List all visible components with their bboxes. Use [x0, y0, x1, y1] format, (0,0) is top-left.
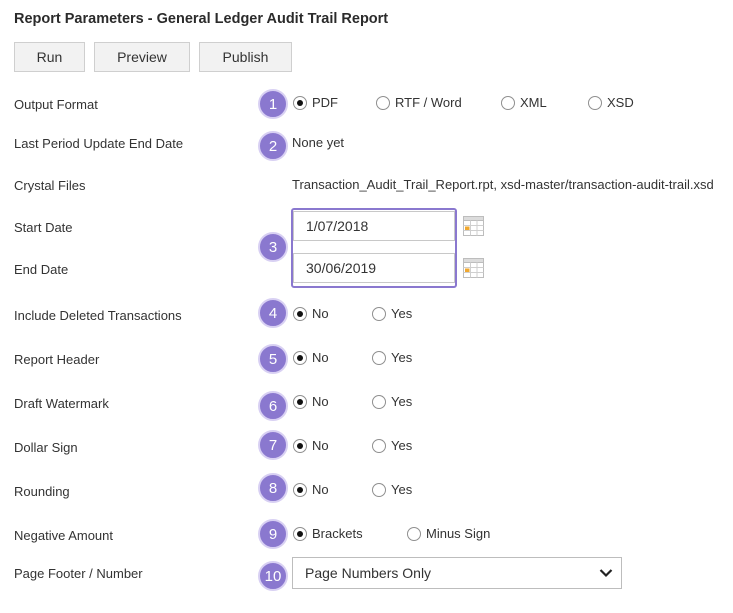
radio-label: RTF / Word [395, 95, 462, 110]
radio-unselected-icon [372, 306, 386, 321]
start-date-label: Start Date [14, 220, 73, 235]
radio-selected-icon [293, 394, 307, 409]
chevron-down-icon [599, 565, 613, 581]
radio-label: PDF [312, 95, 338, 110]
step-badge-6: 6 [258, 391, 288, 421]
calendar-icon[interactable] [463, 216, 484, 239]
radio-label: Brackets [312, 526, 363, 541]
end-date-label: End Date [14, 262, 69, 277]
step-badge-3: 3 [258, 232, 288, 262]
crystal-files-value: Transaction_Audit_Trail_Report.rpt, xsd-… [292, 177, 714, 192]
radio-unselected-icon [376, 95, 390, 110]
radio-label: Yes [391, 482, 413, 497]
radio-label: Yes [391, 394, 413, 409]
step-badge-7: 7 [258, 430, 288, 460]
radio-unselected-icon [588, 95, 602, 110]
negative-amount-brackets-radio[interactable]: Brackets [293, 526, 363, 541]
radio-label: Yes [391, 438, 413, 453]
last-period-label: Last Period Update End Date [14, 136, 184, 151]
radio-label: Minus Sign [426, 526, 491, 541]
radio-label: XSD [607, 95, 634, 110]
rounding-label: Rounding [14, 484, 70, 499]
radio-unselected-icon [372, 482, 386, 497]
output-format-xml-radio[interactable]: XML [501, 95, 547, 110]
radio-unselected-icon [501, 95, 515, 110]
end-date-input[interactable]: 30/06/2019 [293, 253, 455, 283]
report-header-label: Report Header [14, 352, 100, 367]
radio-label: XML [520, 95, 547, 110]
output-format-rtf-radio[interactable]: RTF / Word [376, 95, 462, 110]
dollar-sign-yes-radio[interactable]: Yes [372, 438, 412, 453]
radio-selected-icon [293, 95, 307, 110]
rounding-no-radio[interactable]: No [293, 482, 329, 497]
step-badge-2: 2 [258, 131, 288, 161]
dollar-sign-label: Dollar Sign [14, 440, 78, 455]
radio-label: Yes [391, 350, 413, 365]
run-button[interactable]: Run [14, 42, 85, 72]
step-badge-10: 10 [258, 561, 288, 591]
step-badge-4: 4 [258, 298, 288, 328]
radio-selected-icon [293, 350, 307, 365]
negative-amount-minus-radio[interactable]: Minus Sign [407, 526, 490, 541]
include-deleted-yes-radio[interactable]: Yes [372, 306, 412, 321]
last-period-value: None yet [292, 135, 345, 150]
radio-label: Yes [391, 306, 413, 321]
report-header-no-radio[interactable]: No [293, 350, 329, 365]
crystal-files-label: Crystal Files [14, 178, 86, 193]
include-deleted-label: Include Deleted Transactions [14, 308, 182, 323]
page-footer-label: Page Footer / Number [14, 566, 143, 581]
report-header-yes-radio[interactable]: Yes [372, 350, 412, 365]
radio-label: No [312, 306, 329, 321]
radio-selected-icon [293, 438, 307, 453]
step-badge-9: 9 [258, 519, 288, 549]
draft-watermark-label: Draft Watermark [14, 396, 109, 411]
dollar-sign-no-radio[interactable]: No [293, 438, 329, 453]
page-title: Report Parameters - General Ledger Audit… [14, 11, 389, 27]
draft-watermark-no-radio[interactable]: No [293, 394, 329, 409]
preview-button[interactable]: Preview [94, 42, 190, 72]
rounding-yes-radio[interactable]: Yes [372, 482, 412, 497]
output-format-pdf-radio[interactable]: PDF [293, 95, 338, 110]
page-footer-selected-value: Page Numbers Only [305, 565, 432, 581]
radio-unselected-icon [372, 394, 386, 409]
output-format-label: Output Format [14, 97, 98, 112]
step-badge-8: 8 [258, 473, 288, 503]
negative-amount-label: Negative Amount [14, 528, 114, 543]
include-deleted-no-radio[interactable]: No [293, 306, 329, 321]
calendar-icon[interactable] [463, 258, 484, 281]
radio-selected-icon [293, 306, 307, 321]
start-date-input[interactable]: 1/07/2018 [293, 211, 455, 241]
publish-button[interactable]: Publish [199, 42, 292, 72]
step-badge-1: 1 [258, 89, 288, 119]
radio-label: No [312, 482, 329, 497]
radio-label: No [312, 350, 329, 365]
output-format-xsd-radio[interactable]: XSD [588, 95, 634, 110]
draft-watermark-yes-radio[interactable]: Yes [372, 394, 412, 409]
page-footer-select[interactable]: Page Numbers Only [292, 557, 622, 589]
radio-label: No [312, 394, 329, 409]
radio-selected-icon [293, 482, 307, 497]
radio-unselected-icon [407, 526, 421, 541]
radio-selected-icon [293, 526, 307, 541]
radio-label: No [312, 438, 329, 453]
radio-unselected-icon [372, 438, 386, 453]
radio-unselected-icon [372, 350, 386, 365]
step-badge-5: 5 [258, 344, 288, 374]
